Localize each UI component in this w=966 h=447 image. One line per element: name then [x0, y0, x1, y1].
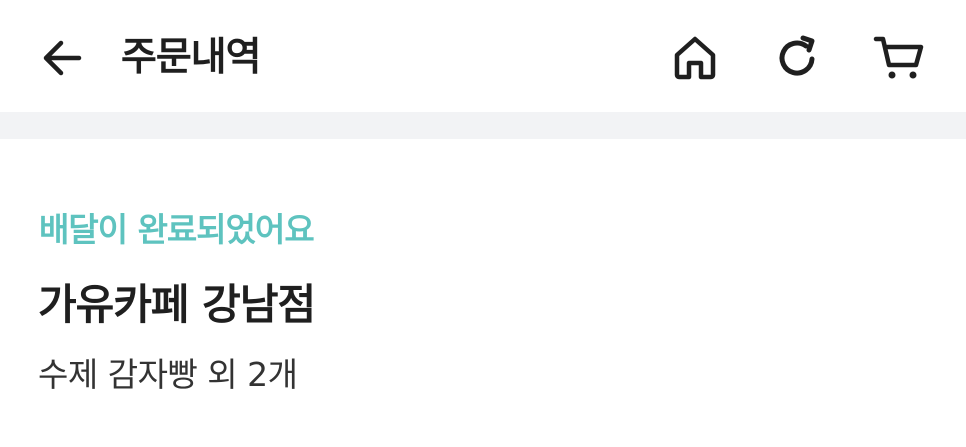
home-button[interactable] — [667, 30, 723, 86]
page-title: 주문내역 — [121, 35, 262, 80]
refresh-icon — [779, 35, 815, 76]
refresh-button[interactable] — [769, 30, 825, 86]
arrow-left-icon — [43, 40, 82, 76]
order-items-summary: 수제 감자빵 외 2개 — [38, 355, 298, 394]
section-divider — [0, 112, 966, 139]
store-name: 가유카페 강남점 — [38, 280, 316, 329]
back-button[interactable] — [36, 32, 88, 84]
app-header: 주문내역 — [0, 0, 966, 112]
home-icon — [674, 36, 716, 80]
cart-button[interactable] — [871, 30, 927, 86]
order-card[interactable]: 배달이 완료되었어요 가유카페 강남점 수제 감자빵 외 2개 — [0, 139, 966, 447]
order-status: 배달이 완료되었어요 — [39, 210, 315, 249]
cart-icon — [873, 36, 924, 79]
